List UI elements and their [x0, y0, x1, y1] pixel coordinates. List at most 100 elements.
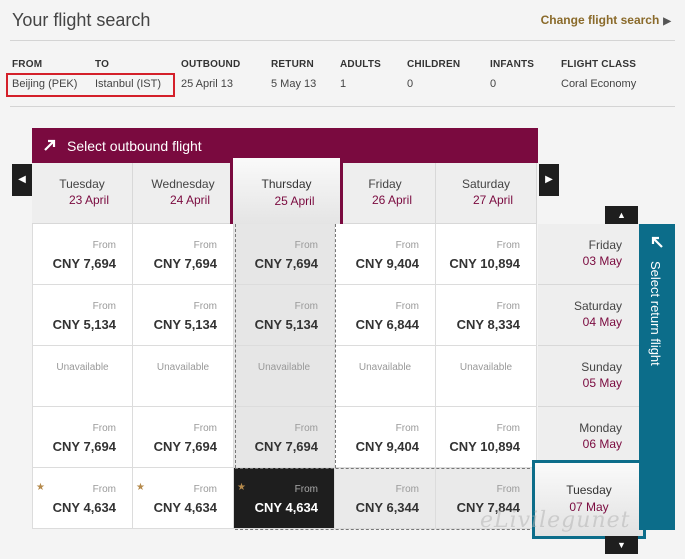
- to-header: TO: [95, 59, 110, 70]
- fare-cell[interactable]: From CNY 7,694: [133, 407, 234, 468]
- date-header[interactable]: Friday 26 April: [335, 163, 436, 224]
- date-header-date: 27 April: [472, 193, 514, 207]
- return-date[interactable]: Sunday 05 May: [538, 346, 639, 407]
- outbound-header: OUTBOUND: [181, 59, 241, 70]
- outbound-section-label: Select outbound flight: [67, 138, 202, 154]
- return-section-header: Select return flight: [639, 224, 675, 530]
- children-header: CHILDREN: [407, 59, 461, 70]
- fare-price: CNY 7,694: [153, 256, 217, 271]
- return-date-date: 04 May: [582, 315, 622, 329]
- from-header: FROM: [12, 59, 43, 70]
- date-header[interactable]: Wednesday 24 April: [133, 163, 234, 224]
- fare-cell: Unavailable: [436, 346, 537, 407]
- fare-price: CNY 10,894: [449, 256, 520, 271]
- divider: [10, 40, 675, 41]
- fare-price: CNY 9,404: [355, 256, 419, 271]
- from-label: From: [92, 423, 116, 434]
- fare-cell[interactable]: From CNY 7,694: [133, 224, 234, 285]
- return-date-date: 03 May: [582, 254, 622, 268]
- date-header-date: 24 April: [169, 193, 211, 207]
- selected-return-date[interactable]: Tuesday 07 May: [532, 460, 646, 539]
- fare-cell[interactable]: ★ From CNY 4,634: [133, 468, 234, 529]
- fare-cell: Unavailable: [335, 346, 436, 407]
- date-header-day: Tuesday: [59, 177, 105, 191]
- date-header[interactable]: Saturday 27 April: [436, 163, 537, 224]
- fare-price: CNY 7,844: [456, 500, 520, 515]
- date-header-day: Wednesday: [151, 177, 215, 191]
- route-highlight-box: [6, 73, 175, 97]
- fare-cell[interactable]: From CNY 9,404: [335, 224, 436, 285]
- from-label: From: [395, 484, 419, 495]
- from-label: From: [92, 301, 116, 312]
- fare-cell[interactable]: From CNY 9,404: [335, 407, 436, 468]
- date-header-date: 26 April: [371, 193, 413, 207]
- return-date-date: 06 May: [582, 437, 622, 451]
- infants-header: INFANTS: [490, 59, 535, 70]
- fare-price: CNY 8,334: [456, 317, 520, 332]
- prev-return-dates-button[interactable]: ▲: [605, 206, 638, 224]
- fare-cell[interactable]: From CNY 7,694: [32, 407, 133, 468]
- fare-cell[interactable]: ★ From CNY 4,634: [234, 468, 335, 529]
- from-label: From: [193, 484, 217, 495]
- next-return-dates-button[interactable]: ▼: [605, 536, 638, 554]
- fare-price: CNY 5,134: [254, 317, 318, 332]
- arrow-right-icon: ▶: [663, 16, 671, 27]
- return-date[interactable]: Friday 03 May: [538, 224, 639, 285]
- fare-cell: Unavailable: [234, 346, 335, 407]
- date-header-day: Saturday: [461, 177, 511, 191]
- change-flight-search-link[interactable]: Change flight search ▶: [541, 13, 671, 27]
- date-header-day: Friday: [368, 177, 402, 191]
- prev-dates-button[interactable]: ◀: [12, 164, 32, 196]
- return-date[interactable]: Monday 06 May: [538, 407, 639, 468]
- fare-price: CNY 10,894: [449, 439, 520, 454]
- return-date-day: Friday: [588, 238, 622, 252]
- fare-price: CNY 7,694: [254, 439, 318, 454]
- fare-cell[interactable]: From CNY 7,694: [234, 407, 335, 468]
- selected-return-date-label: 07 May: [569, 500, 609, 514]
- fare-cell[interactable]: From CNY 5,134: [234, 285, 335, 346]
- fare-cell[interactable]: From CNY 7,694: [234, 224, 335, 285]
- fare-cell[interactable]: From CNY 10,894: [436, 407, 537, 468]
- unavailable-label: Unavailable: [156, 362, 210, 373]
- return-date-day: Saturday: [573, 299, 622, 313]
- fare-cell[interactable]: From CNY 5,134: [133, 285, 234, 346]
- fare-cell[interactable]: From CNY 5,134: [32, 285, 133, 346]
- from-label: From: [92, 484, 116, 495]
- from-label: From: [193, 301, 217, 312]
- fare-price: CNY 9,404: [355, 439, 419, 454]
- return-section-label: Select return flight: [648, 261, 663, 366]
- date-header-date: 23 April: [68, 193, 110, 207]
- return-date-date: 05 May: [582, 376, 622, 390]
- fare-cell[interactable]: From CNY 6,344: [335, 468, 436, 529]
- unavailable-label: Unavailable: [459, 362, 513, 373]
- fare-cell[interactable]: From CNY 7,844: [436, 468, 537, 529]
- fare-cell[interactable]: From CNY 6,844: [335, 285, 436, 346]
- fare-cell[interactable]: From CNY 7,694: [32, 224, 133, 285]
- fare-price: CNY 6,344: [355, 500, 419, 515]
- page-title: Your flight search: [12, 10, 151, 30]
- flight-class-header: FLIGHT CLASS: [561, 59, 637, 70]
- from-label: From: [294, 484, 318, 495]
- selected-outbound-date[interactable]: Thursday 25 April: [230, 155, 343, 241]
- date-header[interactable]: Tuesday 23 April: [32, 163, 133, 224]
- fare-price: CNY 7,694: [254, 256, 318, 271]
- from-label: From: [496, 240, 520, 251]
- arrow-diagonal-icon: [651, 236, 663, 248]
- fare-cell[interactable]: From CNY 8,334: [436, 285, 537, 346]
- unavailable-label: Unavailable: [257, 362, 311, 373]
- fare-price: CNY 5,134: [52, 317, 116, 332]
- fare-price: CNY 7,694: [52, 256, 116, 271]
- fare-cell[interactable]: From CNY 10,894: [436, 224, 537, 285]
- from-label: From: [92, 240, 116, 251]
- change-flight-search-label: Change flight search: [540, 13, 660, 27]
- fare-price: CNY 6,844: [355, 317, 419, 332]
- fare-cell[interactable]: ★ From CNY 4,634: [32, 468, 133, 529]
- selected-return-day: Tuesday: [566, 483, 612, 497]
- star-icon: ★: [36, 482, 45, 493]
- from-label: From: [193, 240, 217, 251]
- return-date[interactable]: Saturday 04 May: [538, 285, 639, 346]
- adults-value: 1: [340, 78, 347, 90]
- star-icon: ★: [237, 482, 246, 493]
- selected-outbound-day: Thursday: [261, 177, 312, 191]
- next-dates-button[interactable]: ▶: [539, 164, 559, 196]
